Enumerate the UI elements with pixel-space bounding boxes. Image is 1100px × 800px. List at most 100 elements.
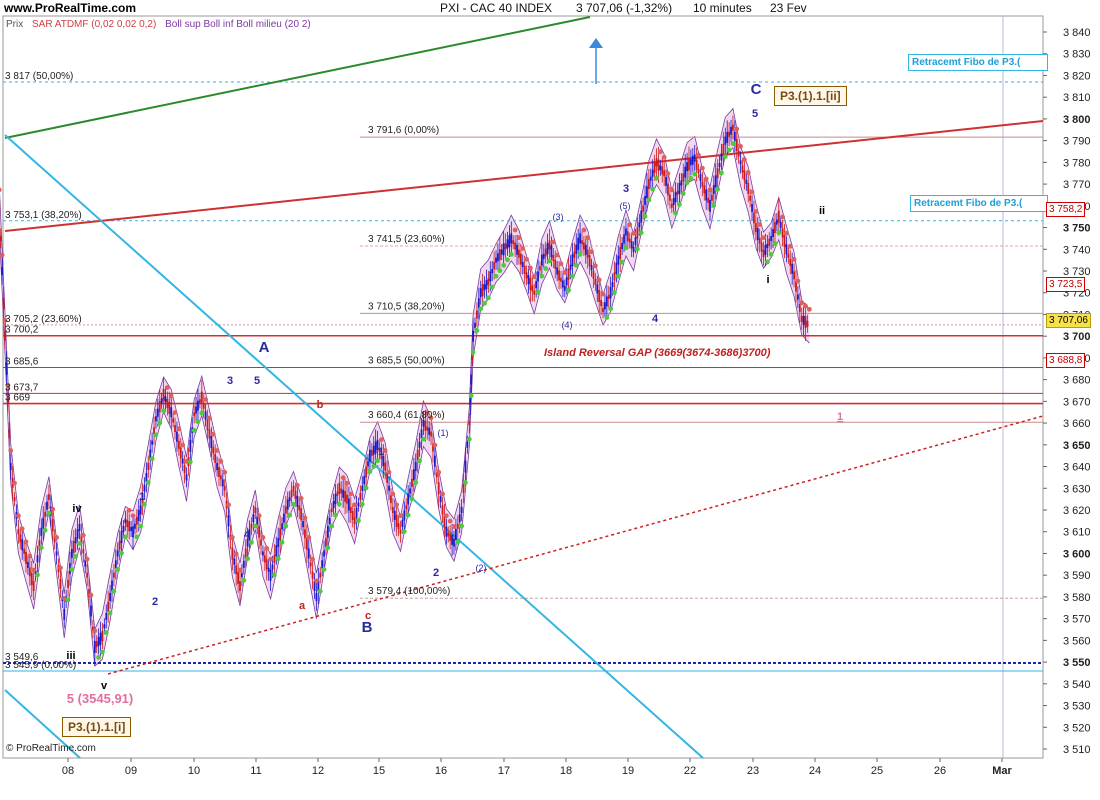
candle-body <box>97 636 100 646</box>
sar-dot <box>134 534 140 540</box>
sar-dot <box>199 410 205 416</box>
candle-body <box>86 572 89 578</box>
sar-dot <box>468 393 474 399</box>
copyright: © ProRealTime.com <box>6 743 96 754</box>
candle-body <box>357 502 360 507</box>
legend-sar[interactable]: SAR ATDMF (0,02 0,02 0,2) <box>32 19 156 30</box>
y-tick-label: 3 840 <box>1063 27 1091 39</box>
site-name[interactable]: www.ProRealTime.com <box>4 1 136 15</box>
sar-dot <box>432 442 438 448</box>
candle-body <box>296 495 299 507</box>
y-tick-label: 3 780 <box>1063 157 1091 169</box>
candle-body <box>426 426 429 431</box>
sar-dot <box>635 246 640 252</box>
candle-body <box>414 462 417 472</box>
candle-body <box>638 222 641 228</box>
candle-body <box>540 254 543 266</box>
sar-dot <box>229 535 235 540</box>
wave-box-p3-i: P3.(1).1.[i] <box>62 717 132 737</box>
fibonacci-label: 3 660,4 (61,80%) <box>368 410 445 421</box>
y-tick-label: 3 820 <box>1063 70 1091 82</box>
sar-dot <box>680 191 686 196</box>
candle-body <box>216 463 218 471</box>
candle-body <box>135 516 138 525</box>
sar-dot <box>35 572 40 578</box>
fibonacci-label: 3 685,5 (50,00%) <box>368 356 445 367</box>
sar-dot <box>390 491 396 497</box>
fibonacci-label: 3 579,4 (100,00%) <box>368 586 450 597</box>
candle-body <box>273 554 276 563</box>
sar-dot <box>245 556 251 561</box>
candle-body <box>548 240 551 250</box>
candle-body <box>726 131 729 143</box>
candle-body <box>774 222 776 234</box>
sar-dot <box>799 300 805 306</box>
candle-body <box>235 565 238 575</box>
y-tick-label: 3 700 <box>1063 331 1091 343</box>
y-tick-label: 3 610 <box>1063 527 1091 539</box>
candle-body <box>688 158 690 171</box>
sar-dot <box>699 165 705 171</box>
candle-body <box>695 159 698 170</box>
candle-body <box>768 238 771 246</box>
sar-dot <box>294 482 300 488</box>
chart-canvas: 3 791,6 (0,00%) 3 741,5 (23,60%) 3 710,5 (… <box>0 15 1091 777</box>
candle-body <box>395 514 398 527</box>
candle-body <box>728 131 731 137</box>
candle-body <box>722 143 725 154</box>
candle-body <box>311 571 314 579</box>
candle-body <box>218 466 220 477</box>
candle-body <box>724 136 727 145</box>
candle-body <box>430 431 432 437</box>
candle-body <box>279 528 282 541</box>
sar-dot <box>153 432 159 438</box>
candle-body <box>242 560 245 568</box>
candle-body <box>401 520 404 528</box>
candle-body <box>219 475 222 480</box>
sar-dot <box>0 187 2 193</box>
legend-boll[interactable]: Boll sup Boll inf Boll milieu (20 2) <box>165 19 311 30</box>
candle-body <box>456 523 459 529</box>
candle-body <box>74 537 77 544</box>
sar-dot <box>348 491 354 497</box>
sar-dot <box>279 539 285 545</box>
candle-body <box>393 510 396 520</box>
legend-price[interactable]: Prix <box>6 19 23 30</box>
chart-title: PXI - CAC 40 INDEX <box>440 1 553 15</box>
candle-body <box>233 558 236 565</box>
sar-dot <box>271 572 277 578</box>
candle-body <box>428 427 431 435</box>
candle-body <box>471 355 474 360</box>
candle-body <box>348 498 350 511</box>
candle-body <box>546 243 549 255</box>
sar-dot <box>302 515 308 521</box>
candle-body <box>361 485 364 491</box>
candle-body <box>32 581 35 592</box>
level-label: 3 669 <box>5 393 30 404</box>
sar-dot <box>661 154 667 160</box>
candle-body <box>758 237 761 244</box>
candle-body <box>733 131 736 141</box>
candle-body <box>177 440 180 449</box>
candle-body <box>353 517 356 525</box>
y-tick-label: 3 550 <box>1063 657 1091 669</box>
candle-body <box>680 180 683 186</box>
candle-body <box>63 608 66 620</box>
sar-dot <box>340 475 346 481</box>
y-tick-label: 3 810 <box>1063 92 1091 104</box>
sar-dot <box>363 485 369 491</box>
sar-dot <box>314 578 319 584</box>
candle-body <box>521 261 524 267</box>
sar-dot <box>669 187 675 193</box>
candle-body <box>114 560 117 569</box>
sar-dot <box>485 295 491 301</box>
candle-body <box>42 517 45 529</box>
candle-body <box>469 397 472 405</box>
candle-body <box>550 245 553 258</box>
sar-dot <box>463 480 468 485</box>
candle-body <box>518 249 520 258</box>
candle-body <box>292 485 295 491</box>
candle-body <box>334 494 337 505</box>
candle-body <box>269 569 272 581</box>
wave-label: b <box>317 399 324 411</box>
